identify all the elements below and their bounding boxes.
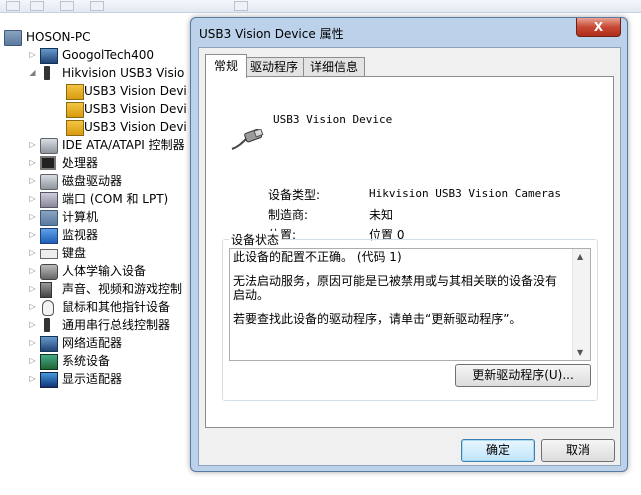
network-icon <box>40 336 58 352</box>
expand-icon[interactable]: ▷ <box>28 208 37 226</box>
tree-item[interactable]: ▷ 磁盘驱动器 <box>28 172 200 190</box>
tree-item[interactable]: ▷ 声音、视频和游戏控制 <box>28 280 200 298</box>
tree-item[interactable]: ▷ 端口 (COM 和 LPT) <box>28 190 200 208</box>
expand-icon[interactable]: ▷ <box>28 280 37 298</box>
device-status-group: 设备状态 此设备的配置不正确。 (代码 1) 无法启动服务，原因可能是已被禁用或… <box>222 231 598 401</box>
dialog-title: USB3 Vision Device 属性 <box>199 27 344 41</box>
monitor-icon <box>40 228 58 244</box>
expand-icon[interactable]: ▷ <box>28 46 37 64</box>
usb-icon <box>44 66 50 80</box>
tree-item[interactable]: ▷ 键盘 <box>28 244 200 262</box>
display-adapter-icon <box>40 372 58 388</box>
expand-icon[interactable]: ▷ <box>28 244 37 262</box>
usb-icon <box>44 318 50 332</box>
properties-icon[interactable] <box>60 1 74 11</box>
tree-item[interactable]: USB3 Vision Devi <box>66 82 200 100</box>
expand-icon[interactable]: ▷ <box>28 154 37 172</box>
device-status-textbox[interactable]: 此设备的配置不正确。 (代码 1) 无法启动服务，原因可能是已被禁用或与其相关联… <box>229 248 591 361</box>
device-status-legend: 设备状态 <box>229 231 282 248</box>
tree-item[interactable]: ▷ 网络适配器 <box>28 334 200 352</box>
warning-device-icon <box>66 120 84 136</box>
vendor-label: 制造商: <box>268 208 309 222</box>
device-tree: HOSON-PC ▷ GoogolTech400 ◢ Hikvision USB… <box>0 18 200 495</box>
keyboard-icon <box>40 249 58 259</box>
tree-item[interactable]: ▷ 人体学输入设备 <box>28 262 200 280</box>
scroll-down-icon[interactable]: ▼ <box>577 348 583 357</box>
status-line: 此设备的配置不正确。 (代码 1) <box>233 250 402 264</box>
tree-item[interactable]: ▷ IDE ATA/ATAPI 控制器 <box>28 136 200 154</box>
tab-driver[interactable]: 驱动程序 <box>243 57 305 77</box>
expand-icon[interactable]: ▷ <box>28 316 37 334</box>
expand-icon[interactable]: ▷ <box>28 136 37 154</box>
tree-item[interactable]: ▷ GoogolTech400 <box>28 46 200 64</box>
tree-root-label: HOSON-PC <box>26 30 91 44</box>
speaker-icon <box>40 282 52 298</box>
tree-item[interactable]: ▷ 系统设备 <box>28 352 200 370</box>
vendor-value: 未知 <box>369 208 394 222</box>
dialog-titlebar[interactable]: USB3 Vision Device 属性 X <box>191 18 627 48</box>
forward-icon[interactable] <box>30 1 44 11</box>
scan-icon[interactable] <box>234 1 248 11</box>
ide-icon <box>40 138 58 154</box>
properties-dialog: USB3 Vision Device 属性 X 常规 驱动程序 详细信息 USB… <box>190 17 628 472</box>
device-manager-toolbar <box>0 0 641 13</box>
port-icon <box>40 192 58 208</box>
cancel-button[interactable]: 取消 <box>541 439 615 462</box>
expand-icon[interactable]: ▷ <box>28 172 37 190</box>
device-icon <box>40 48 58 64</box>
tree-item[interactable]: ▷ 处理器 <box>28 154 200 172</box>
status-line: 无法启动服务，原因可能是已被禁用或与其相关联的设备没有启动。 <box>233 274 558 302</box>
tree-item[interactable]: USB3 Vision Devi <box>66 118 200 136</box>
status-scrollbar[interactable]: ▲ ▼ <box>572 249 590 360</box>
device-type-label: 设备类型: <box>268 188 321 202</box>
ok-button[interactable]: 确定 <box>461 439 535 462</box>
tab-details[interactable]: 详细信息 <box>303 57 365 77</box>
usb-device-icon <box>231 129 264 150</box>
computer-icon <box>40 210 58 226</box>
close-button[interactable]: X <box>576 18 621 37</box>
dialog-client: 常规 驱动程序 详细信息 USB3 Vision Device 设备类型: Hi… <box>198 47 621 466</box>
help-icon[interactable] <box>90 1 104 11</box>
tree-item[interactable]: ▷ 监视器 <box>28 226 200 244</box>
tree-item[interactable]: ▷ 显示适配器 <box>28 370 200 388</box>
cpu-icon <box>40 156 56 170</box>
computer-icon <box>4 30 22 46</box>
expand-icon[interactable]: ▷ <box>28 190 37 208</box>
tree-item[interactable]: ▷ 计算机 <box>28 208 200 226</box>
status-line: 若要查找此设备的驱动程序，请单击“更新驱动程序”。 <box>233 312 522 326</box>
scroll-up-icon[interactable]: ▲ <box>577 252 583 261</box>
expand-icon[interactable]: ▷ <box>28 370 37 388</box>
device-name: USB3 Vision Device <box>273 113 393 126</box>
expand-icon[interactable]: ▷ <box>28 226 37 244</box>
back-icon[interactable] <box>6 1 20 11</box>
tree-item[interactable]: ▷ 鼠标和其他指针设备 <box>28 298 200 316</box>
tree-item[interactable]: ◢ Hikvision USB3 Visio <box>28 64 200 82</box>
tree-item[interactable]: USB3 Vision Devi <box>66 100 200 118</box>
warning-device-icon <box>66 84 84 100</box>
device-type-value: Hikvision USB3 Vision Cameras <box>369 187 562 200</box>
expand-icon[interactable]: ▷ <box>28 352 37 370</box>
collapse-icon[interactable]: ◢ <box>28 64 37 82</box>
general-tab-page: USB3 Vision Device 设备类型: Hikvision USB3 … <box>205 76 614 428</box>
tab-general[interactable]: 常规 <box>205 54 247 78</box>
system-icon <box>40 354 58 370</box>
disk-drive-icon <box>40 174 58 190</box>
warning-device-icon <box>66 102 84 118</box>
expand-icon[interactable]: ▷ <box>28 262 37 280</box>
expand-icon[interactable]: ▷ <box>28 334 37 352</box>
mouse-icon <box>42 300 54 316</box>
tree-item[interactable]: ▷ 通用串行总线控制器 <box>28 316 200 334</box>
hid-icon <box>40 264 58 280</box>
expand-icon[interactable]: ▷ <box>28 298 37 316</box>
update-driver-button[interactable]: 更新驱动程序(U)... <box>455 364 591 387</box>
